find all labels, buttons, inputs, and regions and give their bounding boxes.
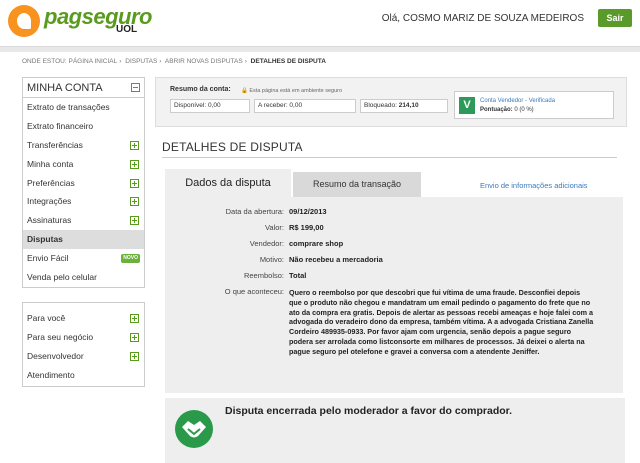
receivable-balance: A receber: 0,00 xyxy=(254,99,356,113)
header: pagseguro UOL Olá, COSMO MARIZ DE SOUZA … xyxy=(0,0,640,46)
dispute-description: Quero o reembolso por que descobri que f… xyxy=(289,288,594,356)
sidebar-item-for-business[interactable]: Para seu negócio xyxy=(23,328,144,347)
detail-value: Total xyxy=(289,271,307,280)
detail-label: Motivo: xyxy=(259,255,284,264)
title-divider xyxy=(162,157,617,158)
expand-icon[interactable] xyxy=(130,332,139,342)
breadcrumb-item-new-disputes[interactable]: ABRIR NOVAS DISPUTAS xyxy=(165,58,243,65)
breadcrumb-item-disputes[interactable]: DISPUTAS xyxy=(125,58,157,65)
sidebar-item-label: Disputas xyxy=(27,234,63,245)
logo-icon xyxy=(8,5,40,37)
sidebar-item-transfers[interactable]: Transferências xyxy=(23,136,144,155)
sidebar-item-label: Integrações xyxy=(27,196,72,207)
logout-button[interactable]: Sair xyxy=(598,9,632,27)
expand-icon[interactable] xyxy=(130,197,139,207)
sidebar-item-label: Desenvolvedor xyxy=(27,350,84,361)
expand-icon[interactable] xyxy=(130,313,139,323)
detail-value: 09/12/2013 xyxy=(289,207,327,216)
sidebar-item-mobile-sales[interactable]: Venda pelo celular xyxy=(23,268,144,287)
detail-label: Reembolso: xyxy=(243,271,284,280)
logo-uol-text: UOL xyxy=(116,24,138,35)
sidebar-item-subscriptions[interactable]: Assinaturas xyxy=(23,211,144,230)
expand-icon[interactable] xyxy=(130,178,139,188)
detail-label: Vendedor: xyxy=(249,239,284,248)
blocked-balance: Bloqueado: 214,10 xyxy=(360,99,448,113)
detail-label: O que aconteceu: xyxy=(224,287,284,296)
collapse-icon[interactable] xyxy=(131,83,140,92)
sidebar-item-disputes[interactable]: Disputas xyxy=(23,230,144,250)
sidebar-item-financial[interactable]: Extrato financeiro xyxy=(23,117,144,136)
available-balance: Disponível: 0,00 xyxy=(170,99,250,113)
sidebar-item-label: Extrato financeiro xyxy=(27,120,94,131)
dispute-result-box: Disputa encerrada pelo moderador a favor… xyxy=(165,398,625,463)
secondary-menu: Para você Para seu negócio Desenvolvedor… xyxy=(22,301,145,388)
header-divider xyxy=(0,46,640,52)
expand-icon[interactable] xyxy=(130,159,139,169)
sidebar-item-preferences[interactable]: Preferências xyxy=(23,174,144,193)
sidebar-item-integrations[interactable]: Integrações xyxy=(23,192,144,211)
account-menu: MINHA CONTA Extrato de transações Extrat… xyxy=(22,77,145,288)
detail-value: Não recebeu a mercadoria xyxy=(289,255,383,264)
points: Pontuação: 0 (0 %) xyxy=(480,107,534,113)
sidebar-item-label: Assinaturas xyxy=(27,215,72,226)
pagseguro-logo[interactable]: pagseguro UOL xyxy=(8,4,158,38)
sidebar-item-label: Extrato de transações xyxy=(27,102,110,112)
detail-label: Data da abertura: xyxy=(225,207,284,216)
account-summary-bar: Resumo da conta: 🔒 Esta página está em a… xyxy=(155,77,627,127)
breadcrumb-prefix: ONDE ESTOU: xyxy=(22,58,67,65)
seller-verified-box: V Conta Vendedor - Verificada Pontuação:… xyxy=(454,91,614,119)
secure-env-note: 🔒 Esta página está em ambiente seguro xyxy=(241,88,343,94)
sidebar-item-label: Preferências xyxy=(27,177,75,188)
account-menu-title: MINHA CONTA xyxy=(23,78,144,98)
sidebar-item-label: Envio Fácil xyxy=(27,253,69,264)
sidebar-item-label: Venda pelo celular xyxy=(27,272,97,283)
summary-label: Resumo da conta: xyxy=(170,86,231,93)
handshake-icon xyxy=(175,410,213,448)
user-greeting: Olá, COSMO MARIZ DE SOUZA MEDEIROS xyxy=(381,13,584,24)
main-content: Resumo da conta: 🔒 Esta página está em a… xyxy=(155,77,627,463)
dispute-details: Data da abertura: 09/12/2013 Valor: R$ 1… xyxy=(165,197,623,393)
sidebar-item-developer[interactable]: Desenvolvedor xyxy=(23,347,144,366)
page-title: DETALHES DE DISPUTA xyxy=(162,140,303,154)
sidebar-item-label: Minha conta xyxy=(27,158,74,169)
sidebar-item-transactions[interactable]: Extrato de transações xyxy=(23,98,144,117)
detail-value: comprare shop xyxy=(289,239,344,248)
tab-dispute-data[interactable]: Dados da disputa xyxy=(165,169,291,197)
sidebar-item-label: Para seu negócio xyxy=(27,331,94,342)
sidebar-item-my-account[interactable]: Minha conta xyxy=(23,155,144,174)
sidebar-item-support[interactable]: Atendimento xyxy=(23,366,144,385)
sidebar-item-label: Para você xyxy=(27,312,66,323)
new-badge: NOVO xyxy=(121,254,140,264)
dispute-result-text: Disputa encerrada pelo moderador a favor… xyxy=(225,405,513,417)
breadcrumb-current: DETALHES DE DISPUTA xyxy=(250,58,326,65)
account-menu-title-text: MINHA CONTA xyxy=(27,82,103,94)
detail-label: Valor: xyxy=(264,223,284,232)
blocked-label: Bloqueado: xyxy=(364,102,399,109)
blocked-value: 214,10 xyxy=(398,102,419,109)
breadcrumb: ONDE ESTOU: PÁGINA INICIAL › DISPUTAS › AB… xyxy=(22,58,326,65)
breadcrumb-item-home[interactable]: PÁGINA INICIAL xyxy=(68,58,117,65)
verified-link[interactable]: Conta Vendedor - Verificada xyxy=(480,98,555,104)
sidebar-item-label: Transferências xyxy=(27,139,83,150)
sidebar-item-for-you[interactable]: Para você xyxy=(23,309,144,328)
sidebar: MINHA CONTA Extrato de transações Extrat… xyxy=(22,77,145,397)
points-label: Pontuação: xyxy=(480,107,515,113)
verified-icon: V xyxy=(459,97,475,114)
sidebar-item-label: Atendimento xyxy=(27,369,75,380)
detail-value: R$ 199,00 xyxy=(289,223,324,232)
secure-env-text: Esta página está em ambiente seguro xyxy=(249,88,343,94)
points-value: 0 (0 %) xyxy=(514,107,534,113)
additional-info-link[interactable]: Envio de informações adicionais xyxy=(480,181,588,190)
expand-icon[interactable] xyxy=(130,216,139,226)
expand-icon[interactable] xyxy=(130,140,139,150)
tab-transaction-summary[interactable]: Resumo da transação xyxy=(293,172,421,197)
expand-icon[interactable] xyxy=(130,351,139,361)
sidebar-item-easy-shipping[interactable]: Envio Fácil NOVO xyxy=(23,249,144,268)
